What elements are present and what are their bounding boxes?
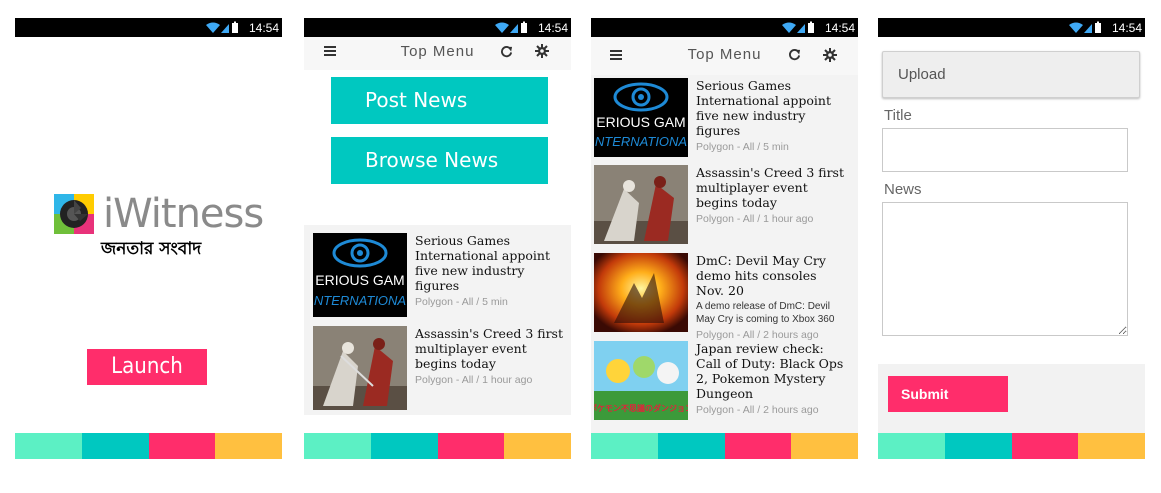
article-meta: Polygon - All / 2 hours ago <box>696 404 819 416</box>
color-strip <box>591 433 858 459</box>
article-meta: Polygon - All / 5 min <box>415 296 508 308</box>
news-label: News <box>884 181 922 198</box>
sgi-text-1: ERIOUS GAM <box>596 114 685 130</box>
pokemon-title-text: ポケモン不思議のダンジョン <box>594 403 688 413</box>
upload-button[interactable]: Upload <box>882 51 1140 98</box>
clock: 14:54 <box>824 21 855 35</box>
post-news-button[interactable]: Post News <box>331 77 548 124</box>
article-title: Serious Games International appoint five… <box>415 233 550 293</box>
top-menu-title: Top Menu <box>400 43 475 60</box>
title-field[interactable] <box>882 128 1128 172</box>
signal-battery-icon <box>1069 21 1101 33</box>
refresh-icon[interactable] <box>788 48 801 61</box>
aperture-logo-icon <box>54 194 94 234</box>
article-title: DmC: Devil May Cry demo hits consoles No… <box>696 253 826 298</box>
status-bar: 14:54 <box>304 18 571 37</box>
color-strip <box>878 433 1145 459</box>
color-strip <box>304 433 571 459</box>
color-strip <box>15 433 282 459</box>
status-bar: 14:54 <box>591 18 858 37</box>
news-feed-preview: ERIOUS GAM NTERNATIONA Serious Games Int… <box>304 225 571 415</box>
sgi-text-2: NTERNATIONA <box>595 134 687 149</box>
thumbnail-sgi: ERIOUS GAM NTERNATIONA <box>313 233 407 317</box>
news-feed: ERIOUS GAM NTERNATIONA Serious Games Int… <box>591 75 858 433</box>
thumbnail-pokemon: ポケモン不思議のダンジョン <box>594 341 688 420</box>
signal-battery-icon <box>206 21 238 33</box>
clock: 14:54 <box>1111 21 1142 35</box>
app-brand: iWitness <box>103 191 264 237</box>
status-bar: 14:54 <box>15 18 282 37</box>
home-screen: 14:54 Top Menu Post News Browse News ERI… <box>304 18 571 459</box>
news-list-screen: 14:54 Top Menu ERIOUS GAM NTERNATIONA Se… <box>591 18 858 459</box>
thumbnail-sgi: ERIOUS GAM NTERNATIONA <box>594 78 688 157</box>
top-menu-bar: Top Menu <box>591 37 858 75</box>
signal-battery-icon <box>495 21 527 33</box>
article-title: Japan review check: Call of Duty: Black … <box>696 341 844 401</box>
top-menu-title: Top Menu <box>687 46 762 63</box>
thumbnail-dmc <box>594 253 688 332</box>
clock: 14:54 <box>537 21 568 35</box>
sgi-text-1: ERIOUS GAM <box>315 272 404 288</box>
clock: 14:54 <box>248 21 279 35</box>
splash-screen: 14:54 iWitness জনতার সংবাদ Launch <box>15 18 282 459</box>
refresh-icon[interactable] <box>500 45 513 58</box>
status-bar: 14:54 <box>878 18 1145 37</box>
settings-icon[interactable] <box>823 48 837 62</box>
post-news-screen: 14:54 Upload Title News Submit <box>878 18 1145 459</box>
article-title: Assassin's Creed 3 first multiplayer eve… <box>696 165 844 210</box>
submit-button[interactable]: Submit <box>888 376 1008 412</box>
sgi-text-2: NTERNATIONA <box>314 293 406 308</box>
app-tagline: জনতার সংবাদ <box>101 239 202 259</box>
thumbnail-assassins-creed <box>594 165 688 244</box>
top-menu-bar: Top Menu <box>304 37 571 70</box>
signal-battery-icon <box>782 21 814 33</box>
article-meta: Polygon - All / 1 hour ago <box>415 374 533 386</box>
title-label: Title <box>884 107 912 124</box>
form-footer: Submit <box>878 364 1145 433</box>
launch-button[interactable]: Launch <box>87 349 207 385</box>
settings-icon[interactable] <box>535 44 549 58</box>
news-textarea[interactable] <box>882 202 1128 336</box>
article-meta: Polygon - All / 5 min <box>696 141 789 153</box>
thumbnail-assassins-creed <box>313 326 407 410</box>
article-description: A demo release of DmC: Devil May Cry is … <box>696 301 835 325</box>
article-meta: Polygon - All / 1 hour ago <box>696 213 814 225</box>
article-title: Serious Games International appoint five… <box>696 78 831 138</box>
article-title: Assassin's Creed 3 first multiplayer eve… <box>415 326 563 371</box>
browse-news-button[interactable]: Browse News <box>331 137 548 184</box>
